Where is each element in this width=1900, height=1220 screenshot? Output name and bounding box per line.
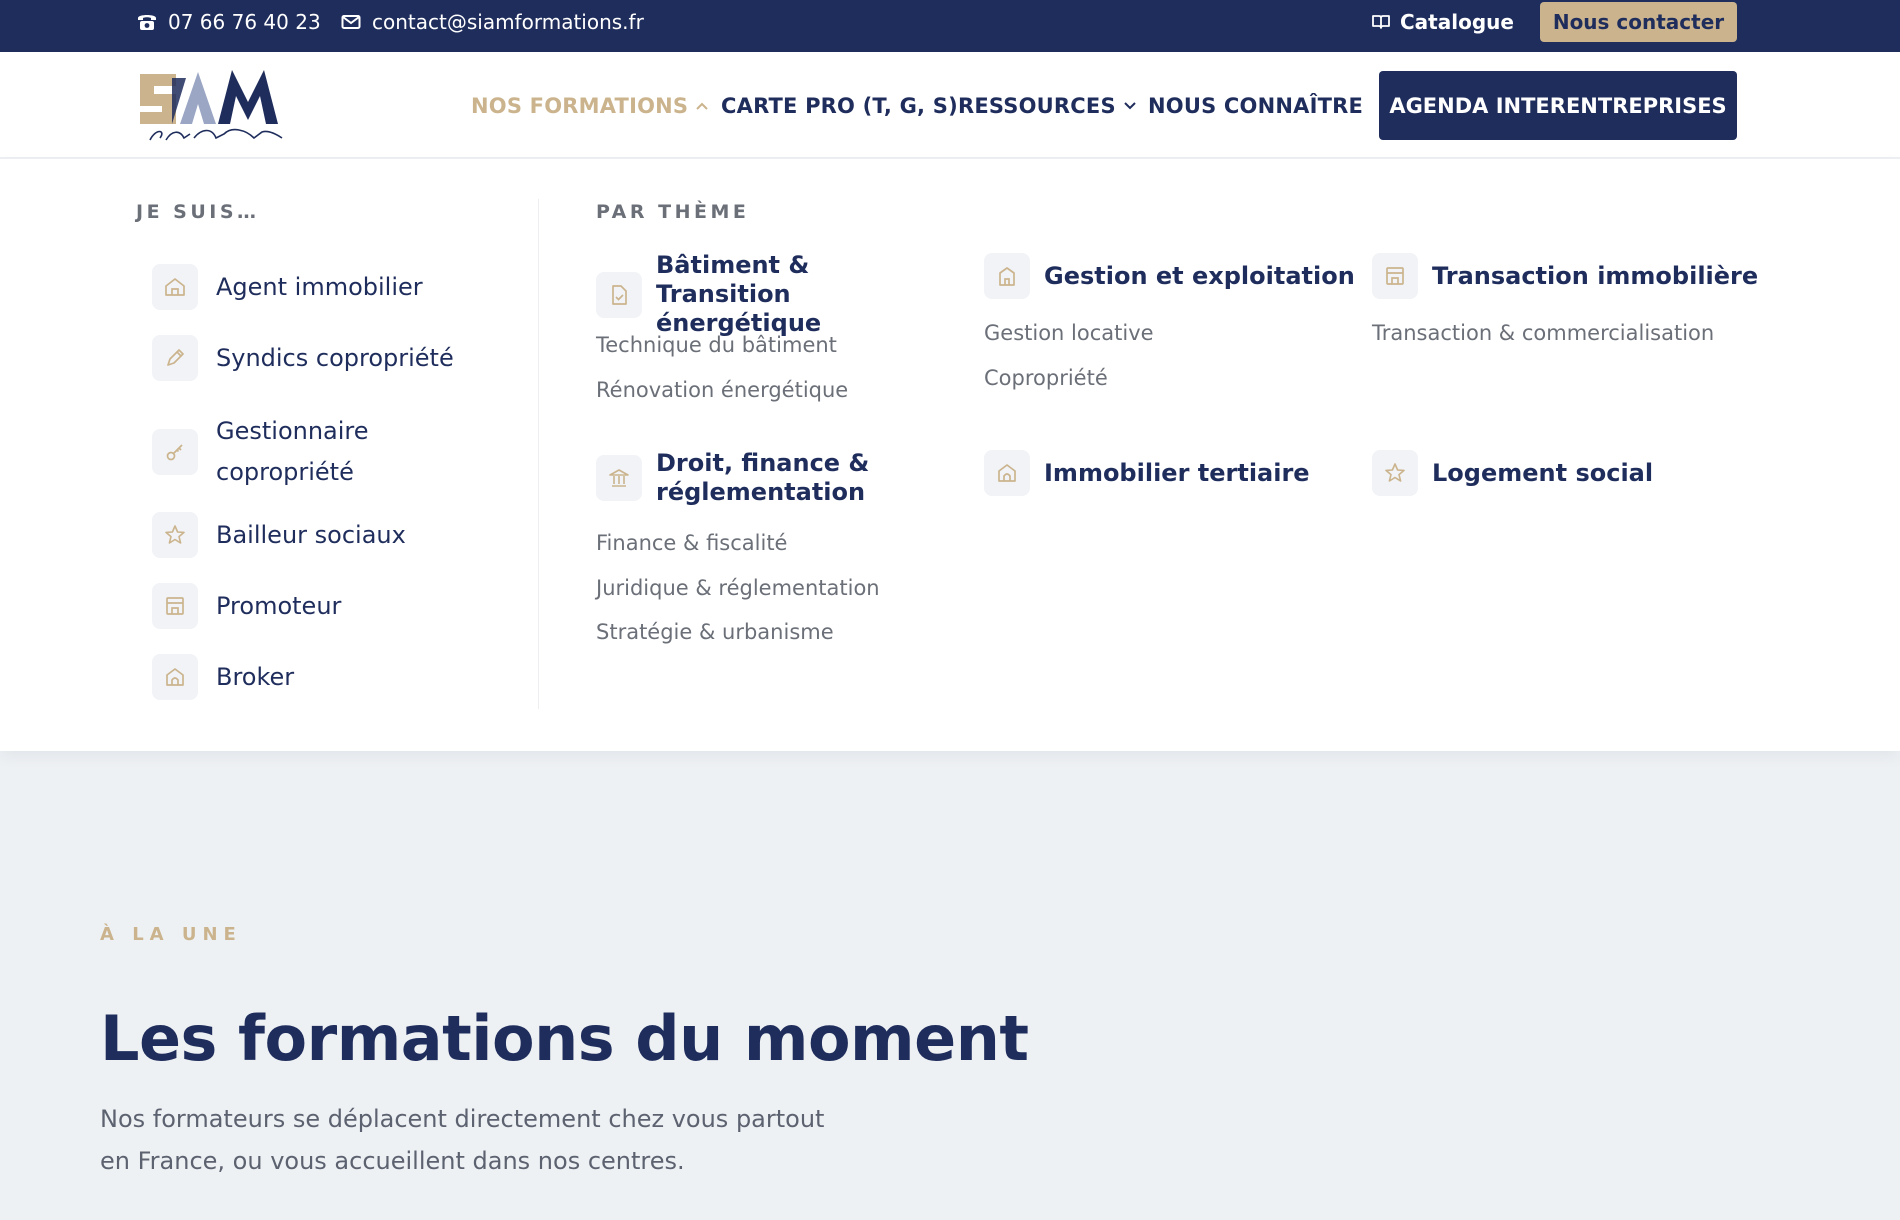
- theme-gestion-exploitation[interactable]: Gestion et exploitation: [984, 253, 1355, 299]
- theme-batiment-transition[interactable]: Bâtiment & Transition énergétique: [596, 251, 946, 338]
- theme-title: Logement social: [1432, 458, 1654, 487]
- menu-divider: [538, 199, 539, 709]
- nav-ressources[interactable]: RESSOURCES: [958, 90, 1136, 122]
- house-icon: [152, 264, 198, 310]
- catalogue-label: Catalogue: [1400, 10, 1514, 34]
- main-header: NOS FORMATIONS CARTE PRO (T, G, S) RESSO…: [0, 52, 1900, 158]
- theme-logement-social[interactable]: Logement social: [1372, 450, 1653, 496]
- formations-mega-menu: JE SUIS… PAR THÈME Agent immobilier Synd…: [0, 159, 1900, 751]
- theme-immobilier-tertiaire[interactable]: Immobilier tertiaire: [984, 450, 1310, 496]
- role-syndics-copropriete[interactable]: Syndics copropriété: [152, 335, 454, 381]
- featured-description: Nos formateurs se déplacent directement …: [100, 1105, 825, 1175]
- chevron-down-icon: [1124, 102, 1136, 110]
- key-icon: [152, 429, 198, 475]
- role-agent-immobilier[interactable]: Agent immobilier: [152, 264, 423, 310]
- role-broker[interactable]: Broker: [152, 654, 294, 700]
- siam-logo[interactable]: [136, 64, 304, 146]
- je-suis-heading: JE SUIS…: [136, 201, 260, 223]
- phone-number: 07 66 76 40 23: [168, 10, 321, 34]
- sub-technique-batiment[interactable]: Technique du bâtiment: [596, 333, 837, 357]
- role-label: Syndics copropriété: [216, 343, 454, 372]
- house-arch-icon: [152, 654, 198, 700]
- mail-icon: [340, 11, 362, 33]
- featured-title: Les formations du moment: [100, 1002, 1029, 1075]
- theme-title: Transaction immobilière: [1432, 261, 1759, 290]
- chevron-up-icon: [696, 102, 708, 110]
- catalogue-link[interactable]: Catalogue: [1372, 0, 1514, 44]
- role-label: Agent immobilier: [216, 272, 423, 301]
- sub-copropriete[interactable]: Copropriété: [984, 366, 1108, 390]
- role-label: Bailleur sociaux: [216, 520, 406, 549]
- sub-finance-fiscalite[interactable]: Finance & fiscalité: [596, 531, 787, 555]
- bank-icon: [596, 455, 642, 501]
- sub-strategie-urbanisme[interactable]: Stratégie & urbanisme: [596, 620, 834, 644]
- storefront-icon: [1372, 253, 1418, 299]
- nav-nos-formations-label: NOS FORMATIONS: [471, 94, 689, 118]
- sub-transaction-commercialisation[interactable]: Transaction & commercialisation: [1372, 321, 1714, 345]
- role-gestionnaire-copropriete[interactable]: Gestionnaire copropriété: [152, 411, 406, 493]
- role-label: Gestionnaire copropriété: [216, 417, 369, 486]
- role-label: Broker: [216, 662, 295, 691]
- house-arch-icon: [984, 450, 1030, 496]
- theme-title: Gestion et exploitation: [1044, 261, 1355, 290]
- theme-droit-finance[interactable]: Droit, finance & réglementation: [596, 449, 886, 507]
- a-la-une-kicker: À LA UNE: [100, 924, 242, 945]
- role-bailleur-sociaux[interactable]: Bailleur sociaux: [152, 512, 406, 558]
- theme-title: Immobilier tertiaire: [1044, 458, 1310, 487]
- sub-juridique-reglementation[interactable]: Juridique & réglementation: [596, 576, 880, 600]
- nav-nous-connaitre[interactable]: NOUS CONNAÎTRE: [1148, 90, 1363, 122]
- sub-renovation-energetique[interactable]: Rénovation énergétique: [596, 378, 848, 402]
- star-icon: [152, 512, 198, 558]
- star-icon: [1372, 450, 1418, 496]
- contact-button[interactable]: Nous contacter: [1540, 2, 1737, 42]
- phone-link[interactable]: 07 66 76 40 23: [136, 0, 321, 44]
- role-promoteur[interactable]: Promoteur: [152, 583, 341, 629]
- theme-title: Droit, finance & réglementation: [656, 449, 870, 506]
- par-theme-heading: PAR THÈME: [596, 201, 750, 223]
- email-link[interactable]: contact@siamformations.fr: [340, 0, 644, 44]
- top-bar: 07 66 76 40 23 contact@siamformations.fr…: [0, 0, 1900, 52]
- book-open-icon: [1372, 14, 1390, 30]
- nav-ressources-label: RESSOURCES: [958, 94, 1116, 118]
- phone-icon: [136, 11, 158, 33]
- agenda-interentreprises-button[interactable]: AGENDA INTERENTREPRISES: [1379, 71, 1737, 140]
- email-address: contact@siamformations.fr: [372, 10, 644, 34]
- storefront-icon: [152, 583, 198, 629]
- nav-nos-formations[interactable]: NOS FORMATIONS: [471, 90, 708, 122]
- theme-title: Bâtiment & Transition énergétique: [656, 251, 822, 337]
- building-icon: [984, 253, 1030, 299]
- role-label: Promoteur: [216, 591, 342, 620]
- pencil-icon: [152, 335, 198, 381]
- theme-transaction-immobiliere[interactable]: Transaction immobilière: [1372, 253, 1758, 299]
- nav-carte-pro[interactable]: CARTE PRO (T, G, S): [721, 90, 958, 122]
- document-check-icon: [596, 271, 642, 318]
- sub-gestion-locative[interactable]: Gestion locative: [984, 321, 1154, 345]
